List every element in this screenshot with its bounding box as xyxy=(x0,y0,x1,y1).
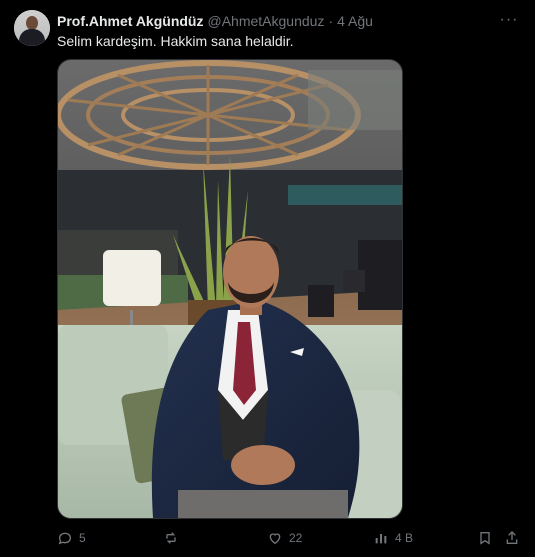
retweet-button[interactable] xyxy=(163,530,185,546)
retweet-icon xyxy=(166,532,176,544)
reply-count: 5 xyxy=(79,531,86,545)
like-button[interactable]: 22 xyxy=(267,530,302,546)
tweet-photo[interactable] xyxy=(57,59,403,519)
user-handle[interactable]: @AhmetAkgunduz xyxy=(207,13,324,29)
bookmark-button[interactable] xyxy=(477,530,493,546)
bookmark-icon xyxy=(480,532,490,545)
more-icon[interactable]: ··· xyxy=(499,11,519,28)
avatar[interactable] xyxy=(14,10,50,46)
views-button[interactable]: 4 B xyxy=(373,530,413,546)
reply-icon xyxy=(58,532,72,545)
view-count: 4 B xyxy=(395,531,414,545)
like-count: 22 xyxy=(289,531,303,545)
separator: · xyxy=(328,13,334,29)
views-icon xyxy=(375,534,387,544)
share-button[interactable] xyxy=(504,530,520,546)
display-name[interactable]: Prof.Ahmet Akgündüz xyxy=(57,13,203,29)
share-icon xyxy=(506,531,518,544)
tweet-header: Prof.Ahmet Akgündüz @AhmetAkgunduz · 4 A… xyxy=(57,12,515,30)
reply-button[interactable]: 5 xyxy=(57,530,86,546)
tweet-text: Selim kardeşim. Hakkim sana helaldir. xyxy=(57,33,294,49)
heart-icon xyxy=(269,533,281,545)
tweet-actions: 5 22 4 B xyxy=(57,530,522,548)
tweet-date[interactable]: 4 Ağu xyxy=(337,13,373,29)
